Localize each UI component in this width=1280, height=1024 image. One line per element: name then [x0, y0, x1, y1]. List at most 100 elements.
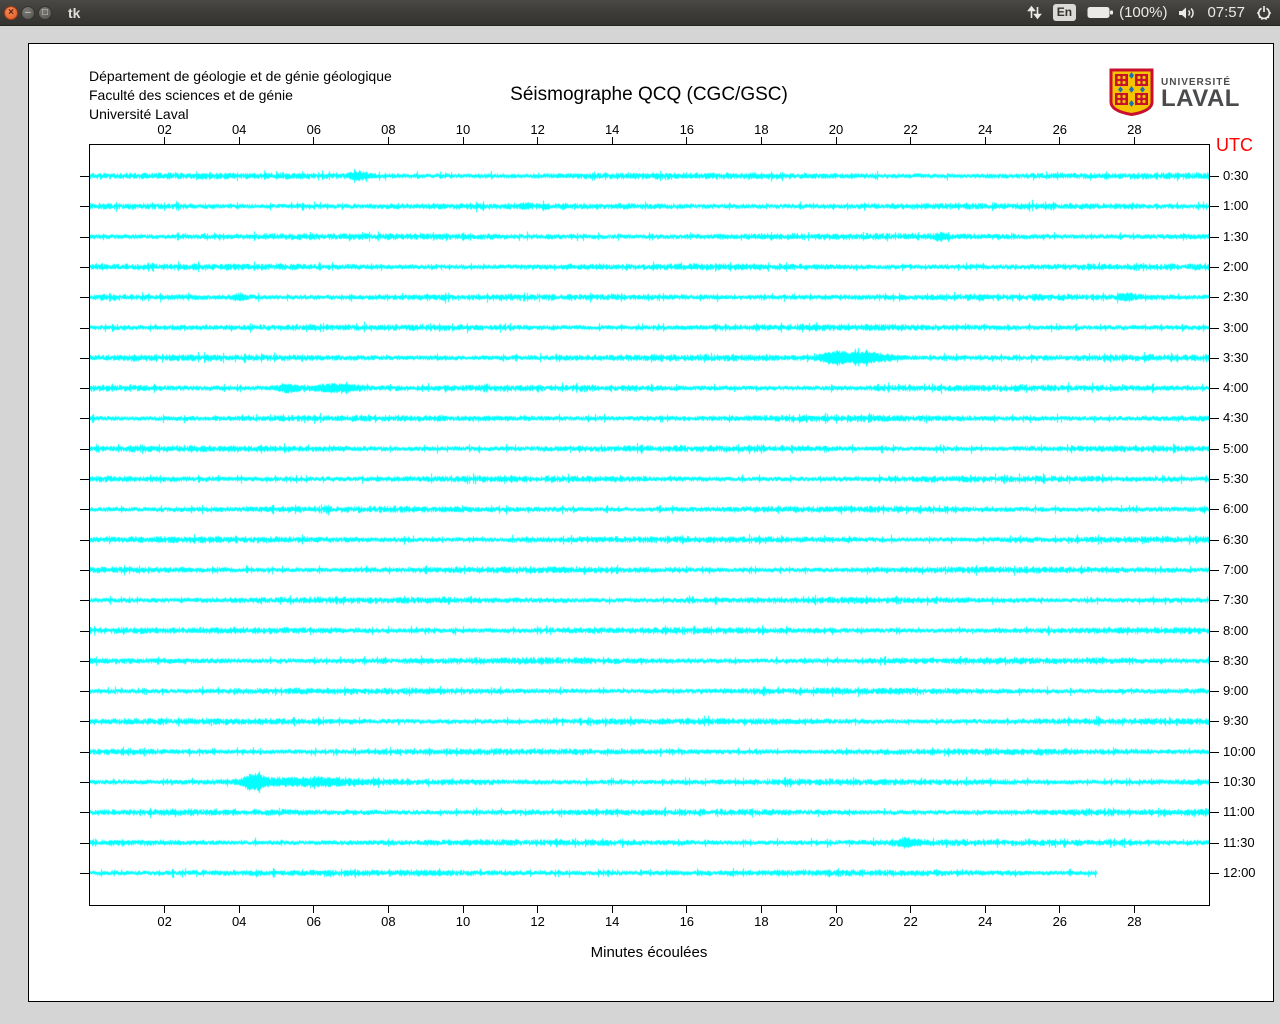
page-title: Séismographe QCQ (CGC/GSC)	[349, 84, 949, 106]
utc-time-label: 12:00	[1223, 866, 1256, 880]
x-tick-label-top: 08	[373, 122, 403, 137]
close-icon[interactable]: ×	[4, 6, 18, 20]
row-tick-left	[80, 570, 89, 571]
x-tick-label-top: 10	[448, 122, 478, 137]
x-tick-top	[313, 137, 314, 144]
x-tick-label-bottom: 16	[672, 914, 702, 929]
utc-time-label: 4:00	[1223, 381, 1248, 395]
maximize-icon[interactable]: □	[38, 6, 52, 20]
row-tick-left	[80, 691, 89, 692]
row-tick-right	[1210, 812, 1219, 813]
row-tick-left	[80, 388, 89, 389]
laval-crest-icon	[1109, 68, 1154, 121]
speaker-icon[interactable]	[1178, 6, 1196, 20]
utc-time-label: 5:00	[1223, 442, 1248, 456]
row-tick-left	[80, 600, 89, 601]
battery-icon[interactable]	[1087, 6, 1114, 19]
x-tick-label-top: 12	[523, 122, 553, 137]
x-tick-label-bottom: 08	[373, 914, 403, 929]
row-tick-right	[1210, 691, 1219, 692]
university-laval-logo: UNIVERSITÉ LAVAL	[1109, 68, 1240, 121]
x-tick-label-bottom: 26	[1045, 914, 1075, 929]
utc-time-label: 11:00	[1223, 805, 1255, 819]
x-tick-top	[239, 137, 240, 144]
x-tick-label-top: 06	[299, 122, 329, 137]
battery-percentage[interactable]: (100%)	[1119, 4, 1167, 21]
utc-time-label: 9:30	[1223, 714, 1248, 728]
row-tick-left	[80, 752, 89, 753]
utc-time-label: 3:30	[1223, 351, 1248, 365]
x-tick-bottom	[537, 906, 538, 913]
row-tick-left	[80, 873, 89, 874]
utc-time-label: 2:30	[1223, 290, 1248, 304]
utc-time-label: 8:00	[1223, 624, 1248, 638]
power-gear-icon[interactable]	[1256, 5, 1272, 21]
row-tick-left	[80, 540, 89, 541]
window-controls: × – □	[4, 6, 52, 20]
row-tick-right	[1210, 661, 1219, 662]
row-tick-left	[80, 267, 89, 268]
keyboard-layout-indicator[interactable]: En	[1053, 4, 1076, 21]
clock[interactable]: 07:57	[1207, 4, 1245, 21]
utc-time-label: 10:30	[1223, 775, 1256, 789]
row-tick-right	[1210, 631, 1219, 632]
utc-time-label: 7:00	[1223, 563, 1248, 577]
window-title: tk	[68, 5, 80, 21]
utc-time-label: 2:00	[1223, 260, 1248, 274]
utc-time-label: 7:30	[1223, 593, 1248, 607]
x-tick-top	[836, 137, 837, 144]
row-tick-left	[80, 297, 89, 298]
row-tick-left	[80, 509, 89, 510]
x-tick-bottom	[985, 906, 986, 913]
utc-time-label: 9:00	[1223, 684, 1248, 698]
row-tick-right	[1210, 600, 1219, 601]
plot-area	[89, 144, 1210, 906]
x-tick-bottom	[1059, 906, 1060, 913]
x-tick-bottom	[910, 906, 911, 913]
x-tick-bottom	[239, 906, 240, 913]
x-tick-top	[985, 137, 986, 144]
x-tick-top	[463, 137, 464, 144]
x-tick-label-top: 02	[150, 122, 180, 137]
utc-time-label: 11:30	[1223, 836, 1255, 850]
utc-time-label: 1:30	[1223, 230, 1248, 244]
x-tick-label-top: 20	[821, 122, 851, 137]
row-tick-right	[1210, 509, 1219, 510]
x-tick-label-top: 16	[672, 122, 702, 137]
row-tick-left	[80, 449, 89, 450]
x-tick-label-top: 22	[896, 122, 926, 137]
x-tick-top	[537, 137, 538, 144]
row-tick-left	[80, 358, 89, 359]
x-tick-label-bottom: 20	[821, 914, 851, 929]
x-tick-label-top: 26	[1045, 122, 1075, 137]
row-tick-left	[80, 479, 89, 480]
row-tick-left	[80, 328, 89, 329]
x-tick-top	[910, 137, 911, 144]
x-tick-bottom	[164, 906, 165, 913]
x-tick-bottom	[612, 906, 613, 913]
x-tick-top	[1059, 137, 1060, 144]
utc-time-label: 8:30	[1223, 654, 1248, 668]
row-tick-right	[1210, 843, 1219, 844]
x-tick-label-top: 18	[746, 122, 776, 137]
x-tick-top	[164, 137, 165, 144]
row-tick-left	[80, 631, 89, 632]
row-tick-right	[1210, 206, 1219, 207]
row-tick-right	[1210, 267, 1219, 268]
x-tick-label-top: 24	[970, 122, 1000, 137]
x-tick-bottom	[686, 906, 687, 913]
row-tick-right	[1210, 540, 1219, 541]
minimize-icon[interactable]: –	[21, 6, 35, 20]
row-tick-left	[80, 661, 89, 662]
row-tick-right	[1210, 418, 1219, 419]
row-tick-right	[1210, 297, 1219, 298]
row-tick-right	[1210, 782, 1219, 783]
x-tick-top	[388, 137, 389, 144]
row-tick-left	[80, 812, 89, 813]
utc-time-label: 4:30	[1223, 411, 1248, 425]
institution-line-1: Département de géologie et de génie géol…	[89, 67, 392, 86]
logo-text-laval: LAVAL	[1161, 85, 1240, 113]
utc-axis-title: UTC	[1216, 135, 1253, 156]
x-tick-bottom	[313, 906, 314, 913]
network-arrows-icon[interactable]	[1027, 5, 1042, 20]
